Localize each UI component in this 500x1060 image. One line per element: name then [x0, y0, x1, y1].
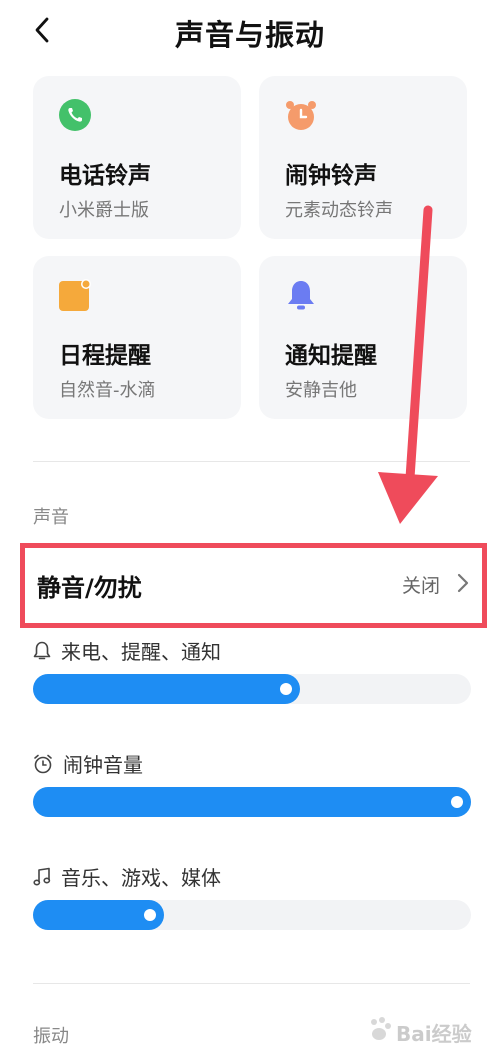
music-note-icon	[33, 867, 51, 886]
alarm-volume-slider[interactable]	[33, 787, 471, 817]
alarm-outline-icon	[34, 754, 52, 773]
slider-knob[interactable]	[280, 683, 292, 695]
bell-icon	[288, 281, 314, 310]
alarm-clock-icon	[286, 101, 316, 130]
slider-fill	[33, 787, 471, 817]
paw-logo-icon	[371, 1017, 391, 1040]
ring-volume-label: 来电、提醒、通知	[33, 636, 221, 665]
calendar-icon	[59, 279, 91, 311]
watermark-text: Bai经验	[396, 1022, 472, 1046]
volume-label-text: 来电、提醒、通知	[61, 640, 221, 664]
card-title: 闹钟铃声	[285, 163, 377, 189]
header-bar: 声音与振动	[0, 0, 500, 62]
sound-section-label: 声音	[33, 507, 69, 528]
card-value: 安静吉他	[285, 380, 357, 401]
card-value: 自然音-水滴	[59, 380, 156, 401]
card-title: 日程提醒	[59, 343, 151, 369]
slider-fill	[33, 674, 300, 704]
watermark: Bai经验	[366, 1004, 486, 1054]
card-title: 通知提醒	[285, 343, 377, 369]
section-divider	[33, 983, 470, 984]
alarm-volume-label: 闹钟音量	[33, 749, 143, 778]
do-not-disturb-row[interactable]: 静音/勿扰 关闭	[20, 543, 487, 628]
page-title: 声音与振动	[174, 18, 325, 52]
media-volume-slider[interactable]	[33, 900, 471, 930]
media-volume-label: 音乐、游戏、媒体	[33, 862, 221, 891]
vibration-section-label: 振动	[33, 1026, 69, 1047]
phone-icon	[59, 99, 91, 131]
do-not-disturb-label: 静音/勿扰	[37, 574, 142, 602]
slider-fill	[33, 900, 164, 930]
slider-knob[interactable]	[144, 909, 156, 921]
card-calendar-reminder[interactable]: 日程提醒 自然音-水滴	[33, 256, 241, 419]
slider-knob[interactable]	[451, 796, 463, 808]
card-title: 电话铃声	[59, 163, 151, 189]
bell-outline-icon	[33, 641, 51, 659]
section-divider	[33, 461, 470, 462]
card-value: 元素动态铃声	[285, 200, 393, 221]
volume-label-text: 音乐、游戏、媒体	[61, 866, 221, 890]
do-not-disturb-value: 关闭	[401, 575, 440, 597]
chevron-right-icon	[457, 573, 469, 593]
card-value: 小米爵士版	[59, 200, 149, 221]
volume-label-text: 闹钟音量	[63, 753, 143, 777]
card-alarm-ringtone[interactable]: 闹钟铃声 元素动态铃声	[259, 76, 467, 239]
ring-volume-slider[interactable]	[33, 674, 471, 704]
card-phone-ringtone[interactable]: 电话铃声 小米爵士版	[33, 76, 241, 239]
card-notification-reminder[interactable]: 通知提醒 安静吉他	[259, 256, 467, 419]
